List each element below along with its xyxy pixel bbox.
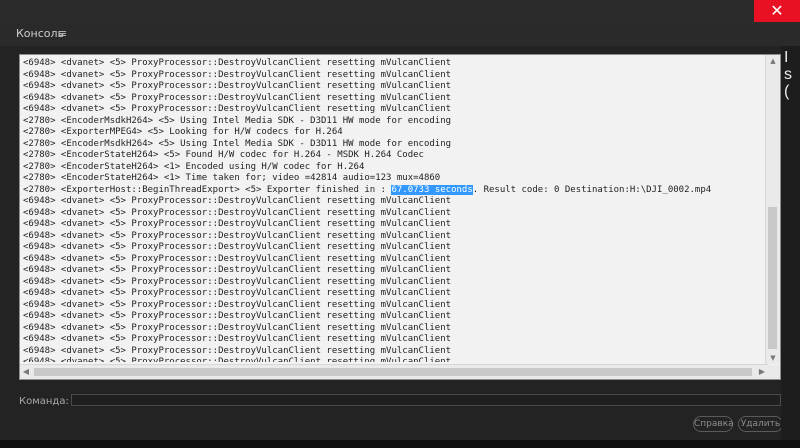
selected-duration: 67.0733 seconds bbox=[391, 184, 473, 195]
panel-title[interactable]: Консоль bbox=[16, 27, 64, 40]
log-line: <6948> <dvanet> <5> ProxyProcessor::Dest… bbox=[23, 288, 452, 298]
panel-header: Консоль ≡ bbox=[0, 22, 800, 46]
log-line: <6948> <dvanet> <5> ProxyProcessor::Dest… bbox=[23, 196, 452, 206]
log-line-suffix: . Result code: 0 Destination:H:\DJI_0002… bbox=[472, 184, 712, 195]
title-bar: ✕ bbox=[0, 0, 800, 22]
log-line-prefix: <2780> <ExporterHost::BeginThreadExport>… bbox=[23, 184, 392, 195]
close-icon: ✕ bbox=[770, 1, 784, 20]
horizontal-scrollbar[interactable]: ◀ ▶ bbox=[20, 364, 768, 379]
console-window: ✕ Консоль ≡ <6948> <dvanet> <5> ProxyPro… bbox=[0, 0, 800, 448]
log-line: <6948> <dvanet> <5> ProxyProcessor::Dest… bbox=[23, 69, 452, 80]
log-line: <6948> <dvanet> <5> ProxyProcessor::Dest… bbox=[23, 242, 452, 252]
scroll-left-icon[interactable]: ◀ bbox=[20, 365, 32, 379]
log-line: <2780> <EncoderMsdkH264> <5> Using Intel… bbox=[23, 115, 452, 126]
background-text-3: ( bbox=[784, 83, 790, 100]
log-line: <6948> <dvanet> <5> ProxyProcessor::Dest… bbox=[23, 81, 452, 91]
log-line: <6948> <dvanet> <5> ProxyProcessor::Dest… bbox=[23, 265, 452, 275]
log-line: <6948> <dvanet> <5> ProxyProcessor::Dest… bbox=[23, 92, 452, 103]
log-line: <2780> <ExporterMPEG4> <5> Looking for H… bbox=[23, 127, 343, 137]
console-log[interactable]: <6948> <dvanet> <5> ProxyProcessor::Dest… bbox=[19, 54, 781, 380]
close-button[interactable]: ✕ bbox=[754, 0, 800, 22]
log-line: <6948> <dvanet> <5> ProxyProcessor::Dest… bbox=[23, 357, 452, 362]
log-line: <6948> <dvanet> <5> ProxyProcessor::Dest… bbox=[23, 58, 452, 68]
background-text-2: s bbox=[784, 66, 792, 83]
log-line: <6948> <dvanet> <5> ProxyProcessor::Dest… bbox=[23, 230, 452, 241]
panel-menu-icon[interactable]: ≡ bbox=[58, 27, 67, 40]
log-line: <2780> <EncoderStateH264> <1> Time taken… bbox=[23, 173, 441, 183]
scrollbar-corner bbox=[766, 365, 780, 379]
log-line: <6948> <dvanet> <5> ProxyProcessor::Dest… bbox=[23, 322, 452, 333]
log-line: <6948> <dvanet> <5> ProxyProcessor::Dest… bbox=[23, 207, 452, 218]
help-button[interactable]: Справка bbox=[693, 416, 734, 432]
log-line: <6948> <dvanet> <5> ProxyProcessor::Dest… bbox=[23, 253, 452, 264]
log-line: <6948> <dvanet> <5> ProxyProcessor::Dest… bbox=[23, 311, 452, 321]
taskbar bbox=[0, 440, 800, 448]
log-line-export-result: <2780> <ExporterHost::BeginThreadExport>… bbox=[23, 184, 768, 197]
clear-button[interactable]: Удалить bbox=[738, 416, 783, 432]
log-line: <6948> <dvanet> <5> ProxyProcessor::Dest… bbox=[23, 276, 452, 287]
command-input[interactable] bbox=[71, 394, 781, 406]
log-text: <6948> <dvanet> <5> ProxyProcessor::Dest… bbox=[23, 58, 768, 362]
background-text-1: I bbox=[784, 49, 789, 66]
horizontal-scroll-thumb[interactable] bbox=[34, 368, 752, 376]
log-line: <2780> <EncoderStateH264> <1> Encoded us… bbox=[23, 161, 365, 172]
scroll-up-icon[interactable]: ▲ bbox=[766, 55, 780, 67]
background-window-edge: I s ( bbox=[781, 46, 800, 440]
command-label: Команда: bbox=[19, 396, 69, 407]
log-line: <2780> <EncoderStateH264> <5> Found H/W … bbox=[23, 150, 424, 160]
scroll-down-icon[interactable]: ▼ bbox=[766, 352, 780, 364]
log-line: <6948> <dvanet> <5> ProxyProcessor::Dest… bbox=[23, 345, 452, 356]
log-line: <6948> <dvanet> <5> ProxyProcessor::Dest… bbox=[23, 334, 452, 344]
log-line: <2780> <EncoderMsdkH264> <5> Using Intel… bbox=[23, 138, 452, 149]
log-line: <6948> <dvanet> <5> ProxyProcessor::Dest… bbox=[23, 219, 452, 229]
vertical-scroll-thumb[interactable] bbox=[768, 207, 777, 349]
log-line: <6948> <dvanet> <5> ProxyProcessor::Dest… bbox=[23, 104, 452, 114]
log-line: <6948> <dvanet> <5> ProxyProcessor::Dest… bbox=[23, 299, 452, 310]
vertical-scrollbar[interactable]: ▲ ▼ bbox=[765, 55, 780, 364]
